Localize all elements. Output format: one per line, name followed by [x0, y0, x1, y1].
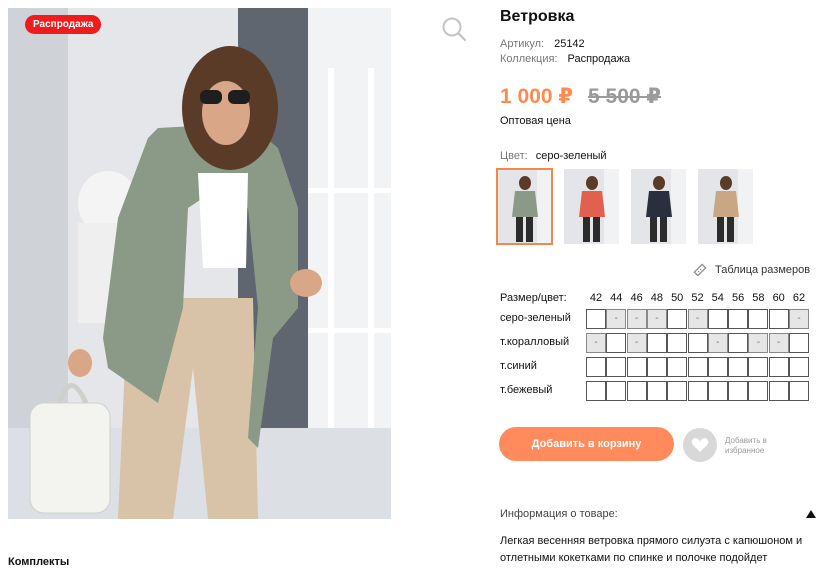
size-quantity-cell[interactable] — [687, 381, 708, 401]
size-header: 56 — [731, 292, 745, 304]
current-price: 1 000 ₽ — [500, 85, 573, 108]
size-quantity-cell[interactable] — [768, 357, 789, 377]
size-quantity-cell[interactable] — [748, 309, 769, 329]
size-quantity-cell[interactable]: - — [626, 333, 647, 353]
old-price: 5 500 ₽ — [588, 85, 661, 108]
size-table-link[interactable]: Таблица размеров — [693, 263, 810, 277]
size-quantity-cell[interactable] — [687, 357, 708, 377]
size-quantity-cell[interactable]: - — [707, 333, 728, 353]
heart-icon — [691, 438, 709, 452]
color-value: серо-зеленый — [535, 150, 607, 162]
size-quantity-cell[interactable] — [728, 333, 749, 353]
color-thumbnail[interactable] — [698, 169, 753, 244]
collection-row: Коллекция: Распродажа — [500, 53, 630, 65]
size-quantity-cell[interactable] — [646, 381, 667, 401]
size-quantity-cell[interactable]: - — [646, 309, 667, 329]
size-quantity-cell[interactable] — [748, 357, 769, 377]
size-row-color: т.коралловый — [500, 336, 570, 348]
favorite-button[interactable] — [683, 428, 717, 462]
size-quantity-cell[interactable]: - — [789, 309, 809, 329]
size-quantity-cell[interactable]: - — [626, 309, 647, 329]
size-quantity-cell[interactable] — [586, 357, 606, 377]
size-quantity-cell[interactable] — [728, 309, 749, 329]
search-icon[interactable] — [440, 15, 468, 43]
color-thumbnail[interactable] — [496, 168, 553, 245]
add-to-cart-button[interactable]: Добавить в корзину — [499, 427, 674, 461]
size-quantity-cell[interactable] — [667, 309, 688, 329]
size-quantity-cell[interactable] — [667, 357, 688, 377]
size-quantity-cell[interactable] — [728, 357, 749, 377]
size-quantity-cell[interactable] — [606, 357, 627, 377]
size-header: 44 — [610, 292, 623, 304]
size-quantity-cell[interactable]: - — [586, 333, 606, 353]
size-quantity-cell[interactable]: - — [606, 309, 627, 329]
article-label: Артикул: — [500, 38, 545, 50]
size-quantity-cell[interactable]: - — [768, 333, 789, 353]
size-quantity-cell[interactable] — [687, 333, 708, 353]
size-quantity-cell[interactable] — [789, 381, 809, 401]
size-quantity-cell[interactable] — [707, 381, 728, 401]
size-quantity-cell[interactable] — [606, 333, 627, 353]
size-quantity-cell[interactable] — [586, 381, 606, 401]
size-header: 50 — [671, 292, 684, 304]
color-row: Цвет: серо-зеленый — [500, 150, 607, 162]
size-quantity-cell[interactable] — [768, 309, 789, 329]
size-quantity-cell[interactable] — [707, 309, 728, 329]
article-value: 25142 — [554, 38, 585, 50]
product-description: Легкая весенняя ветровка прямого силуэта… — [500, 535, 803, 564]
ruler-icon — [693, 263, 707, 277]
info-header[interactable]: Информация о товаре: — [500, 508, 618, 520]
size-quantity-cell[interactable] — [728, 381, 749, 401]
size-quantity-cell[interactable] — [606, 381, 627, 401]
size-quantity-cell[interactable] — [586, 309, 606, 329]
size-quantity-cell[interactable] — [626, 381, 647, 401]
wholesale-price-note: Оптовая цена — [500, 115, 571, 127]
size-row-color: т.синий — [500, 360, 537, 372]
size-row-color: серо-зеленый — [500, 312, 571, 324]
size-grid-header: Размер/цвет: — [500, 292, 567, 304]
size-quantity-cell[interactable] — [626, 357, 647, 377]
size-row-color: т.бежевый — [500, 384, 553, 396]
favorite-label[interactable]: Добавить в избранное — [725, 436, 795, 456]
sale-badge: Распродажа — [25, 15, 102, 34]
color-thumbnail[interactable] — [564, 169, 619, 244]
collapse-triangle-icon[interactable] — [806, 510, 816, 518]
size-header: 42 — [589, 292, 603, 304]
size-table-label: Таблица размеров — [715, 264, 811, 276]
kits-heading: Комплекты — [8, 556, 70, 568]
size-quantity-cell[interactable] — [707, 357, 728, 377]
product-photo[interactable] — [8, 8, 391, 519]
size-header: 60 — [772, 292, 785, 304]
size-header: 48 — [650, 292, 664, 304]
article-row: Артикул: 25142 — [500, 38, 585, 50]
collection-label: Коллекция: — [500, 53, 558, 65]
size-quantity-cell[interactable] — [667, 381, 688, 401]
size-header: 58 — [752, 292, 765, 304]
size-quantity-cell[interactable] — [646, 333, 667, 353]
size-quantity-cell[interactable]: - — [748, 333, 769, 353]
size-quantity-cell[interactable] — [789, 333, 809, 353]
collection-value: Распродажа — [567, 53, 631, 65]
size-quantity-cell[interactable] — [667, 333, 688, 353]
color-label: Цвет: — [500, 150, 528, 162]
size-quantity-cell[interactable] — [789, 357, 809, 377]
size-quantity-cell[interactable]: - — [687, 309, 708, 329]
color-thumbnail[interactable] — [631, 169, 686, 244]
product-title: Ветровка — [500, 8, 575, 25]
size-quantity-cell[interactable] — [768, 381, 789, 401]
size-header: 54 — [711, 292, 724, 304]
size-quantity-cell[interactable] — [646, 357, 667, 377]
size-header: 52 — [691, 292, 704, 304]
size-quantity-cell[interactable] — [748, 381, 769, 401]
size-header: 62 — [792, 292, 806, 304]
size-header: 46 — [630, 292, 643, 304]
